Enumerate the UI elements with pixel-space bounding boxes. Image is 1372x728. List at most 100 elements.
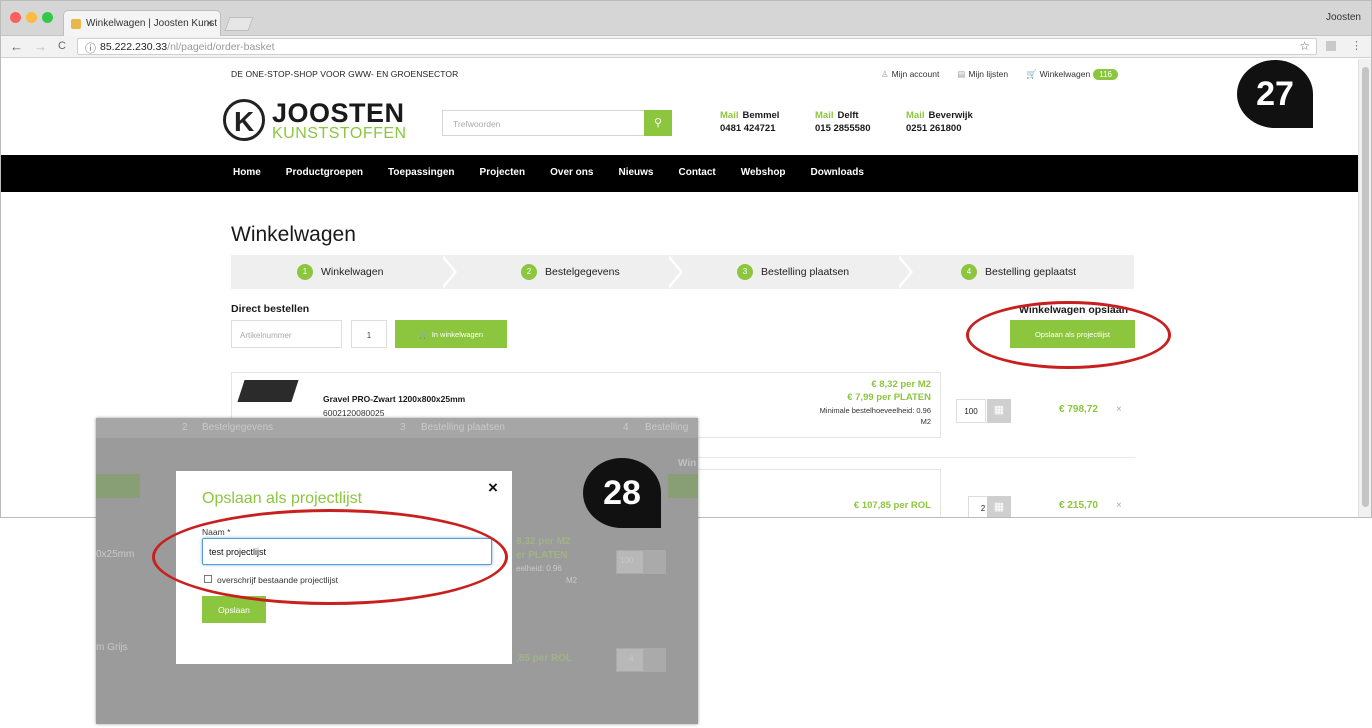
step-details: 2 Bestelgegevens: [521, 264, 620, 280]
scrollbar-thumb[interactable]: [1362, 67, 1369, 507]
nav-projecten[interactable]: Projecten: [480, 167, 526, 178]
faded-button: [668, 474, 698, 498]
location-phone[interactable]: 0251 261800: [906, 122, 973, 135]
faded-min-order: M2: [566, 576, 578, 585]
mail-link[interactable]: Mail: [815, 110, 833, 121]
price-per-unit: € 107,85 per ROL: [853, 500, 931, 511]
browser-toolbar: ← → C ⓘ 85.222.230.33/nl/pageid/order-ba…: [1, 36, 1371, 58]
calculator-icon: ▦: [993, 404, 1005, 416]
location-name: Beverwijk: [928, 110, 973, 121]
step-number: 4: [961, 264, 977, 280]
my-lists-label: Mijn lijsten: [968, 69, 1009, 79]
address-bar[interactable]: ⓘ 85.222.230.33/nl/pageid/order-basket ☆: [77, 38, 1317, 55]
add-to-cart-button[interactable]: 🛒 In winkelwagen: [395, 320, 507, 348]
faded-calculator: [644, 550, 666, 574]
page-scrollbar[interactable]: [1358, 59, 1371, 517]
main-navigation: Home Productgroepen Toepassingen Project…: [1, 155, 1359, 192]
nav-webshop[interactable]: Webshop: [741, 167, 786, 178]
back-icon[interactable]: ←: [10, 39, 23, 54]
location-name: Bemmel: [742, 110, 780, 121]
cart-icon: 🛒: [1026, 69, 1037, 79]
step-number: 2: [521, 264, 537, 280]
step-number: 3: [737, 264, 753, 280]
faded-quantity: 4: [616, 648, 644, 672]
browser-tab[interactable]: Winkelwagen | Joosten Kunst ×: [63, 10, 221, 36]
cart-label: Winkelwagen: [1039, 69, 1091, 79]
step-cart: 1 Winkelwagen: [297, 264, 383, 280]
faded-button: [96, 474, 140, 498]
tab-close-icon[interactable]: ×: [206, 16, 213, 30]
info-icon[interactable]: ⓘ: [85, 40, 96, 56]
mail-link[interactable]: Mail: [906, 110, 924, 121]
step-divider-inner: [896, 255, 910, 289]
my-lists-link[interactable]: ▤ Mijn lijsten: [957, 69, 1008, 80]
reload-icon[interactable]: C: [58, 40, 66, 52]
faded-step-number: 4: [623, 422, 629, 433]
product-image[interactable]: [237, 380, 299, 402]
nav-nieuws[interactable]: Nieuws: [618, 167, 653, 178]
step-divider-inner: [440, 255, 454, 289]
search-button[interactable]: ⚲: [644, 110, 672, 136]
highlight-ellipse: [152, 509, 508, 605]
remove-item-icon[interactable]: ×: [1116, 404, 1122, 415]
forward-icon[interactable]: →: [34, 39, 47, 54]
checkout-steps: 1 Winkelwagen 2 Bestelgegevens 3 Bestelling…: [231, 255, 1134, 289]
nav-home[interactable]: Home: [233, 167, 261, 178]
faded-quantity: 100: [616, 550, 644, 574]
faded-step-number: 3: [400, 422, 406, 433]
location-delft: Mail Delft 015 2855580: [815, 109, 870, 135]
faded-quantity-value: 100: [620, 556, 634, 565]
dialog-title: Opslaan als projectlijst: [202, 490, 363, 507]
step-label: Bestelgegevens: [545, 266, 620, 278]
step-label: Bestelling geplaatst: [985, 266, 1077, 278]
step-callout-28: 28: [583, 458, 661, 528]
faded-product-text: 0x25mm: [96, 549, 135, 560]
close-icon[interactable]: ×: [488, 478, 498, 498]
logo-mark[interactable]: K: [223, 99, 265, 141]
nav-downloads[interactable]: Downloads: [811, 167, 864, 178]
faded-product-text: m Grijs: [96, 642, 128, 653]
maximize-window-button[interactable]: [42, 12, 53, 23]
location-beverwijk: Mail Beverwijk 0251 261800: [906, 109, 973, 135]
faded-step-label: Bestelgegevens: [202, 422, 274, 433]
location-phone[interactable]: 0481 424721: [720, 122, 779, 135]
quantity-input[interactable]: 1: [351, 320, 387, 348]
new-tab-button[interactable]: [224, 17, 254, 31]
tab-bar: Winkelwagen | Joosten Kunst × Joosten: [1, 1, 1371, 36]
location-phone[interactable]: 015 2855580: [815, 122, 870, 135]
product-name[interactable]: Gravel PRO-Zwart 1200x800x25mm: [323, 394, 465, 404]
extension-icon[interactable]: [1326, 41, 1336, 51]
nav-productgroepen[interactable]: Productgroepen: [286, 167, 363, 178]
remove-item-icon[interactable]: ×: [1116, 500, 1122, 511]
search-input[interactable]: Trefwoorden: [442, 110, 646, 136]
location-name: Delft: [837, 110, 859, 121]
my-account-link[interactable]: ♙ Mijn account: [881, 69, 939, 80]
cart-icon: 🛒: [419, 332, 428, 339]
nav-toepassingen[interactable]: Toepassingen: [388, 167, 455, 178]
nav-contact[interactable]: Contact: [678, 167, 715, 178]
calculator-button[interactable]: ▦: [987, 496, 1011, 517]
faded-min-order: eelheid: 0.96: [516, 564, 562, 573]
line-quantity-input[interactable]: 100: [956, 399, 986, 423]
article-number-input[interactable]: Artikelnummer: [231, 320, 342, 348]
step-label: Winkelwagen: [321, 266, 384, 278]
line-total: € 215,70: [1059, 500, 1098, 511]
top-links: ♙ Mijn account ▤ Mijn lijsten 🛒 Winkelwagen…: [881, 69, 1118, 80]
line-total: € 798,72: [1059, 404, 1098, 415]
close-window-button[interactable]: [10, 12, 21, 23]
mail-link[interactable]: Mail: [720, 110, 738, 121]
nav-over-ons[interactable]: Over ons: [550, 167, 593, 178]
logo-subtitle: KUNSTSTOFFEN: [272, 125, 407, 142]
profile-name[interactable]: Joosten: [1326, 12, 1361, 23]
search-icon: ⚲: [653, 117, 663, 129]
list-icon: ▤: [957, 69, 966, 79]
minimize-window-button[interactable]: [26, 12, 37, 23]
bookmark-star-icon[interactable]: ☆: [1299, 39, 1310, 53]
cart-link[interactable]: 🛒 Winkelwagen 116: [1026, 69, 1118, 80]
url-host: 85.222.230.33: [100, 41, 168, 53]
minimum-order: Minimale bestelhoeveelheid: 0.96 M2: [820, 405, 931, 427]
tab-title: Winkelwagen | Joosten Kunst: [86, 18, 218, 29]
calculator-button[interactable]: ▦: [987, 399, 1011, 423]
calculator-icon: ▦: [993, 501, 1005, 513]
menu-icon[interactable]: ⋮: [1351, 39, 1362, 52]
